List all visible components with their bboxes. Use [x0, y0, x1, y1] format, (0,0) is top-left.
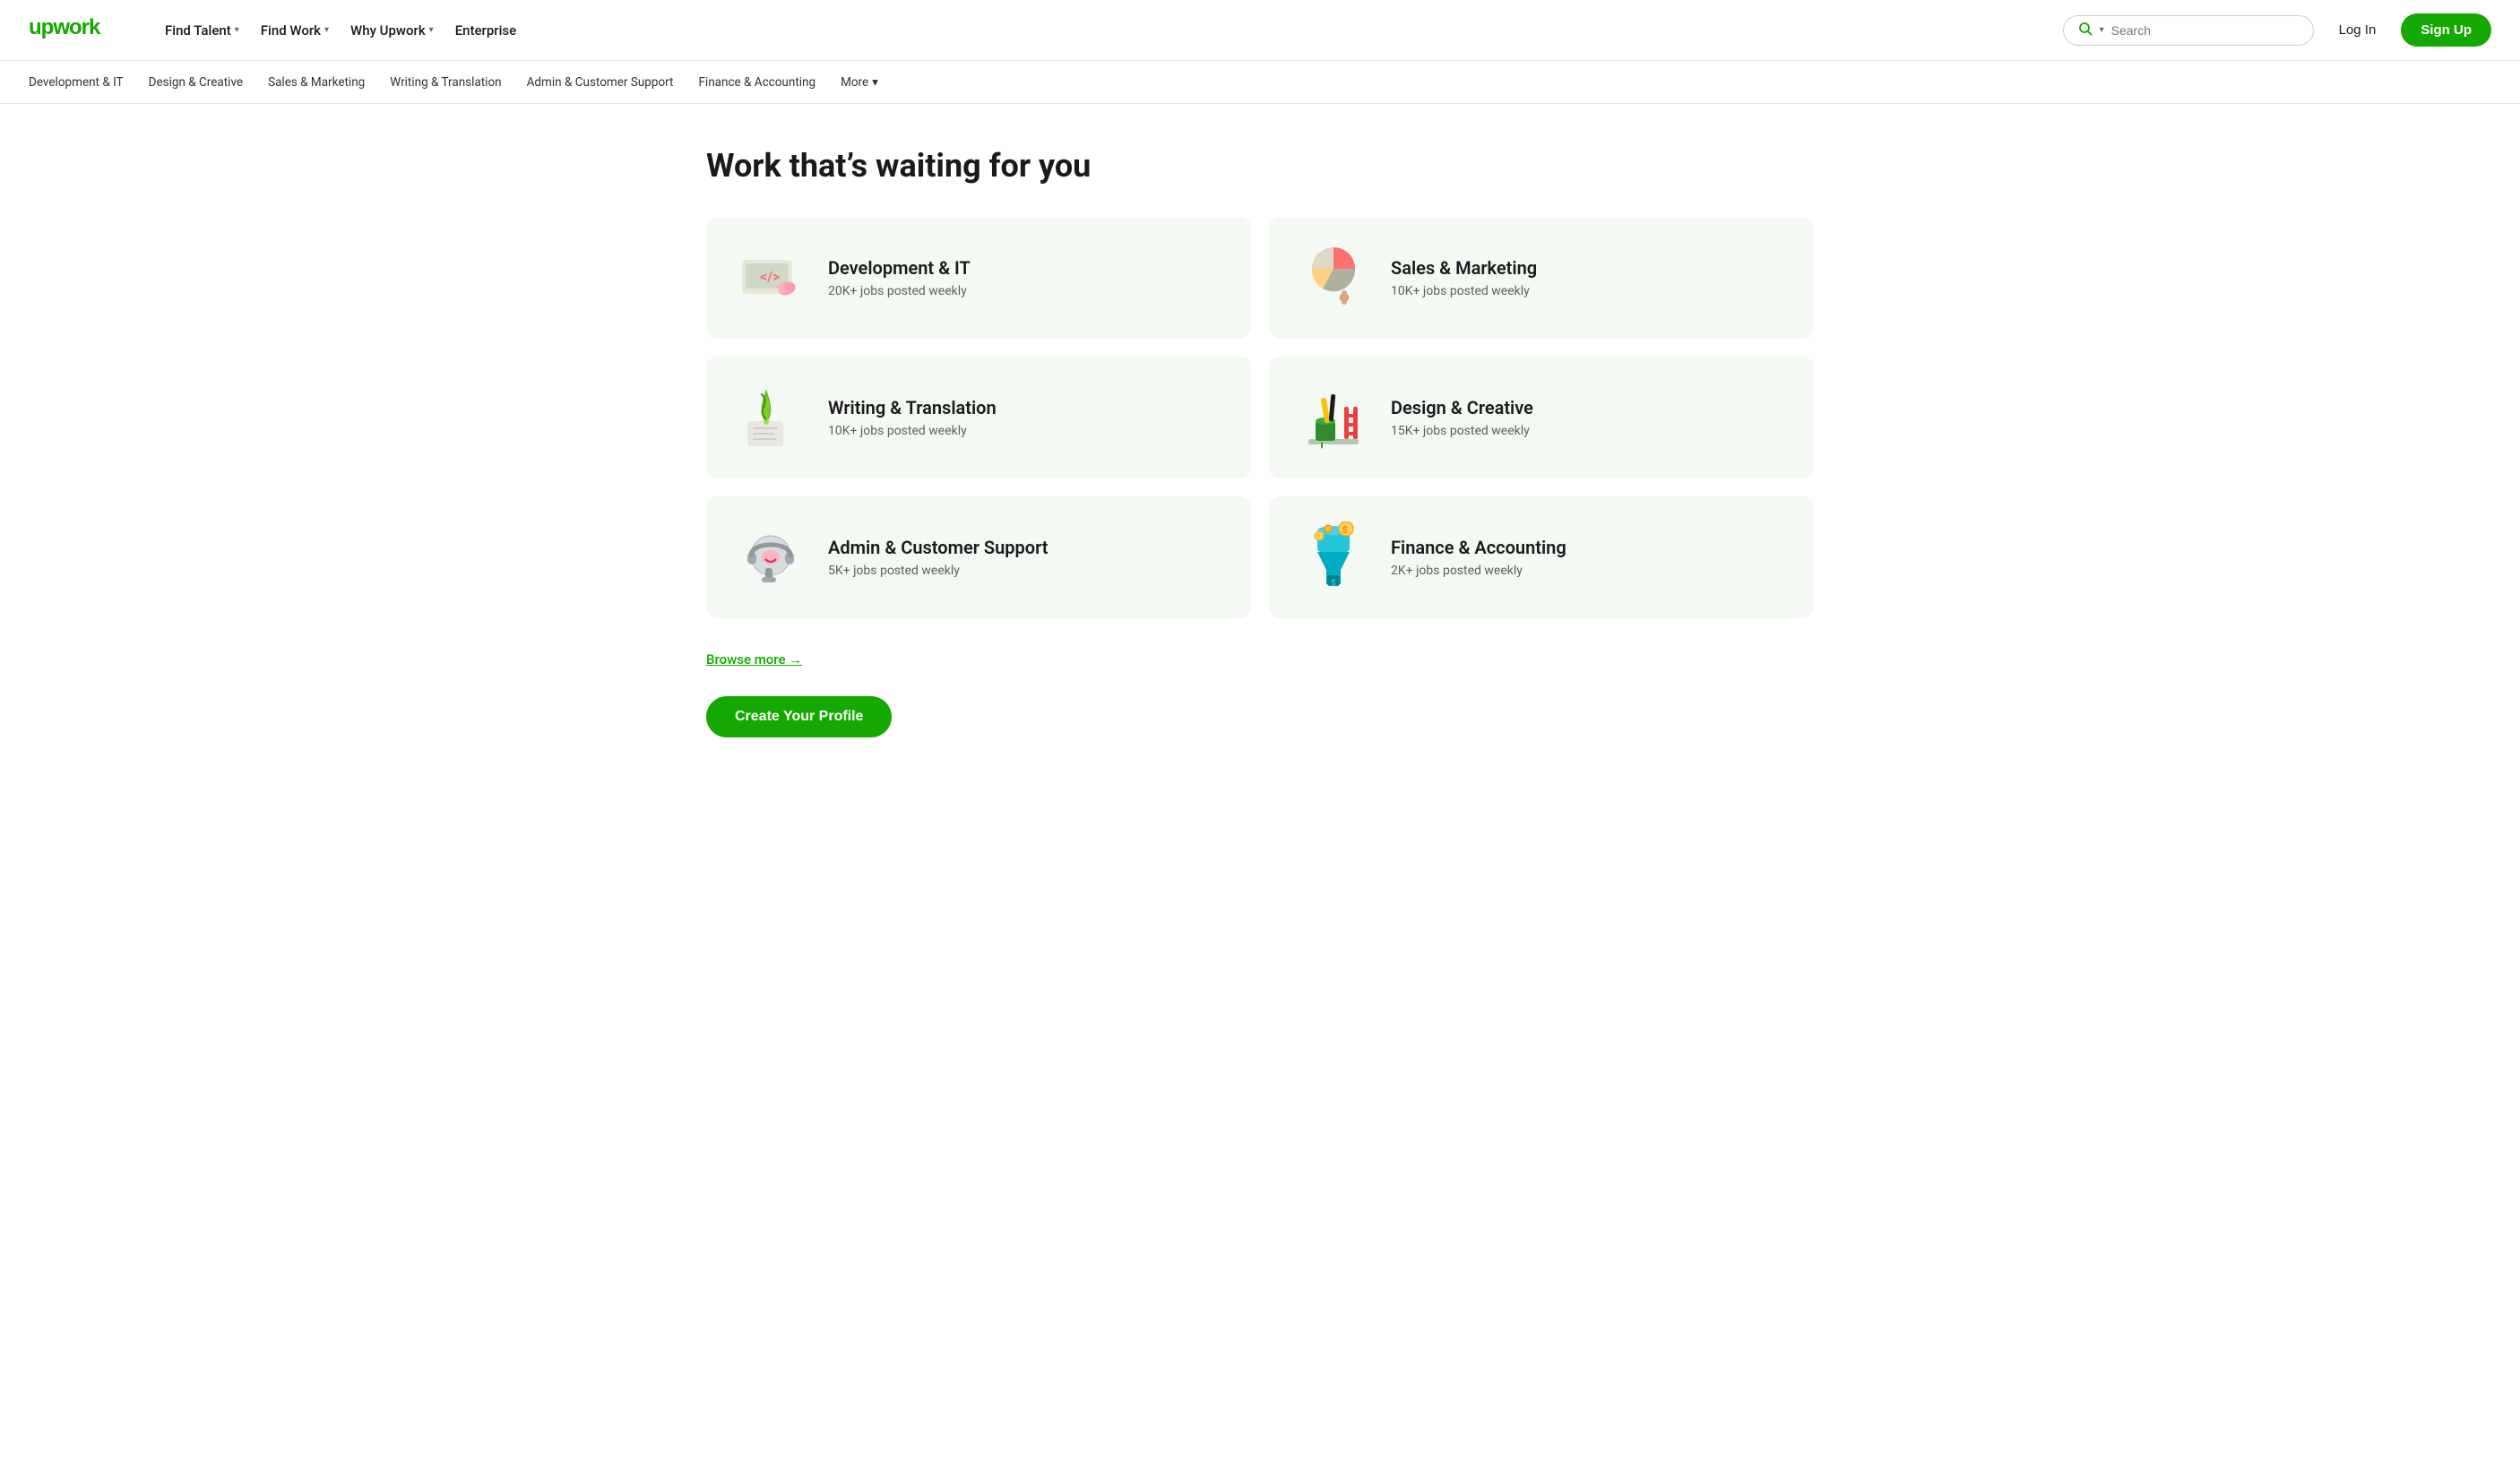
- writing-subtitle: 10K+ jobs posted weekly: [828, 424, 1222, 438]
- admin-subtitle: 5K+ jobs posted weekly: [828, 564, 1222, 578]
- nav-find-work[interactable]: Find Work ▾: [252, 15, 338, 46]
- create-profile-button[interactable]: Create Your Profile: [706, 696, 892, 737]
- design-icon: [1298, 382, 1369, 453]
- sales-subtitle: 10K+ jobs posted weekly: [1391, 284, 1785, 298]
- search-icon: [2078, 22, 2093, 39]
- card-writing[interactable]: Writing & Translation 10K+ jobs posted w…: [706, 357, 1251, 478]
- find-work-chevron-icon: ▾: [324, 25, 329, 35]
- login-button[interactable]: Log In: [2328, 15, 2387, 45]
- nav-find-talent[interactable]: Find Talent ▾: [156, 15, 248, 46]
- cat-dev-it[interactable]: Development & IT: [29, 72, 124, 93]
- why-upwork-chevron-icon: ▾: [429, 25, 434, 35]
- writing-text: Writing & Translation 10K+ jobs posted w…: [828, 397, 1222, 438]
- navbar-right: ▾ Log In Sign Up: [2063, 13, 2491, 47]
- admin-icon-area: [735, 521, 807, 593]
- finance-subtitle: 2K+ jobs posted weekly: [1391, 564, 1785, 578]
- admin-title: Admin & Customer Support: [828, 537, 1222, 558]
- svg-text:upwork: upwork: [29, 15, 101, 39]
- finance-title: Finance & Accounting: [1391, 537, 1785, 558]
- writing-title: Writing & Translation: [828, 397, 1222, 418]
- dev-it-icon: </>: [735, 242, 807, 314]
- browse-more-label: Browse more →: [706, 651, 802, 668]
- upwork-logo[interactable]: upwork: [29, 14, 120, 46]
- find-talent-label: Find Talent: [165, 22, 231, 39]
- dev-it-icon-area: </>: [735, 242, 807, 314]
- svg-text:</>: </>: [760, 268, 780, 285]
- nav-enterprise[interactable]: Enterprise: [446, 15, 525, 46]
- design-subtitle: 15K+ jobs posted weekly: [1391, 424, 1785, 438]
- search-input[interactable]: [2111, 23, 2299, 38]
- svg-text:$: $: [1331, 577, 1336, 589]
- nav-links: Find Talent ▾ Find Work ▾ Why Upwork ▾ E…: [156, 15, 525, 46]
- sales-icon: [1298, 242, 1369, 314]
- card-finance[interactable]: $ $ Finance & Accounting 2K+ jobs posted…: [1269, 496, 1814, 618]
- enterprise-label: Enterprise: [455, 22, 516, 39]
- finance-icon-area: $ $: [1298, 521, 1369, 593]
- navbar: upwork Find Talent ▾ Find Work ▾ Why Upw…: [0, 0, 2520, 61]
- why-upwork-label: Why Upwork: [350, 22, 426, 39]
- card-dev-it[interactable]: </> Development & IT 20K+ jobs posted we…: [706, 217, 1251, 339]
- dev-it-subtitle: 20K+ jobs posted weekly: [828, 284, 1222, 298]
- search-dropdown-arrow-icon: ▾: [2100, 25, 2104, 35]
- writing-icon-area: [735, 382, 807, 453]
- section-title: Work that’s waiting for you: [706, 147, 1814, 185]
- cat-design-creative[interactable]: Design & Creative: [149, 72, 243, 93]
- card-admin[interactable]: Admin & Customer Support 5K+ jobs posted…: [706, 496, 1251, 618]
- main-content: Work that’s waiting for you </> Developm…: [677, 104, 1843, 791]
- cards-grid: </> Development & IT 20K+ jobs posted we…: [706, 217, 1814, 618]
- cat-more-label: More: [841, 75, 868, 90]
- cat-writing-translation[interactable]: Writing & Translation: [390, 72, 501, 93]
- finance-text: Finance & Accounting 2K+ jobs posted wee…: [1391, 537, 1785, 578]
- design-icon-area: [1298, 382, 1369, 453]
- card-design[interactable]: Design & Creative 15K+ jobs posted weekl…: [1269, 357, 1814, 478]
- admin-icon: [735, 521, 807, 593]
- more-chevron-icon: ▾: [872, 75, 878, 90]
- design-text: Design & Creative 15K+ jobs posted weekl…: [1391, 397, 1785, 438]
- dev-it-text: Development & IT 20K+ jobs posted weekly: [828, 257, 1222, 298]
- sales-title: Sales & Marketing: [1391, 257, 1785, 279]
- writing-icon: [735, 382, 807, 453]
- sales-text: Sales & Marketing 10K+ jobs posted weekl…: [1391, 257, 1785, 298]
- sales-icon-area: [1298, 242, 1369, 314]
- find-work-label: Find Work: [261, 22, 321, 39]
- browse-more-link[interactable]: Browse more →: [706, 651, 802, 668]
- nav-why-upwork[interactable]: Why Upwork ▾: [341, 15, 443, 46]
- cat-more[interactable]: More ▾: [841, 75, 878, 90]
- find-talent-chevron-icon: ▾: [235, 25, 239, 35]
- cat-sales-marketing[interactable]: Sales & Marketing: [268, 72, 365, 93]
- admin-text: Admin & Customer Support 5K+ jobs posted…: [828, 537, 1222, 578]
- category-nav: Development & IT Design & Creative Sales…: [0, 61, 2520, 104]
- card-sales-marketing[interactable]: Sales & Marketing 10K+ jobs posted weekl…: [1269, 217, 1814, 339]
- cat-finance-accounting[interactable]: Finance & Accounting: [698, 72, 816, 93]
- search-box[interactable]: ▾: [2063, 15, 2314, 46]
- cat-admin-support[interactable]: Admin & Customer Support: [527, 72, 674, 93]
- design-title: Design & Creative: [1391, 397, 1785, 418]
- finance-icon: $ $: [1298, 521, 1369, 593]
- svg-text:$: $: [1342, 524, 1348, 536]
- signup-button[interactable]: Sign Up: [2401, 13, 2491, 47]
- dev-it-title: Development & IT: [828, 257, 1222, 279]
